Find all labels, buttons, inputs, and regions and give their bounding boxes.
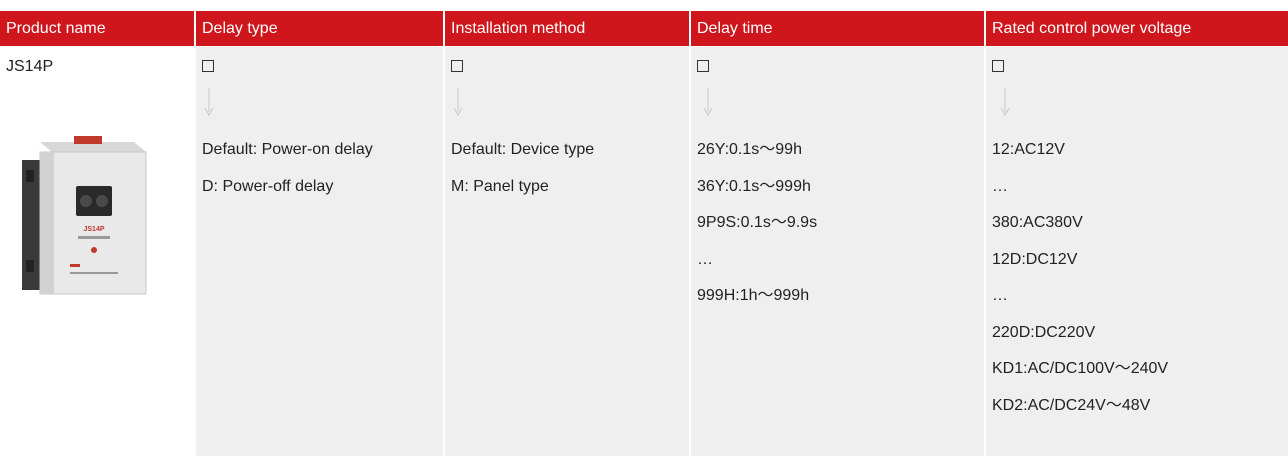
list-item: 9P9S:0.1s～9.9s (697, 214, 818, 231)
installation-placeholder (445, 47, 689, 86)
list-item: 26Y:0.1s～99h (697, 141, 802, 158)
list-item: Default: Device type (451, 141, 595, 158)
list-item: D: Power-off delay (202, 177, 334, 195)
product-code: JS14P (0, 47, 194, 86)
down-arrow-icon (1000, 88, 1010, 116)
list-item: 12D:DC12V (992, 250, 1078, 268)
list-item: 12:AC12V (992, 141, 1065, 158)
delay-time-placeholder (691, 47, 984, 86)
svg-text:JS14P: JS14P (83, 226, 104, 233)
installation-options: Default: Device type M: Panel type (451, 136, 594, 209)
list-item: 999H:1h～999h (697, 287, 810, 304)
header-product-name: Product name (0, 11, 194, 46)
list-item: … (992, 287, 1008, 304)
down-arrow-icon (703, 88, 713, 116)
placeholder-box-icon (202, 60, 214, 72)
header-rated-voltage: Rated control power voltage (986, 11, 1288, 46)
list-item: M: Panel type (451, 177, 549, 195)
delay-type-placeholder (196, 47, 443, 86)
voltage-options: 12:AC12V … 380:AC380V 12D:DC12V … 220D:D… (992, 136, 1168, 428)
list-item: KD1:AC/DC100V～240V (992, 360, 1169, 377)
header-delay-time: Delay time (691, 11, 984, 46)
placeholder-box-icon (992, 60, 1004, 72)
list-item: … (697, 250, 713, 268)
delay-type-options: Default: Power-on delay D: Power-off del… (202, 136, 373, 209)
delay-time-options: 26Y:0.1s～99h 36Y:0.1s～999h 9P9S:0.1s～9.9… (697, 136, 817, 319)
header-installation-method: Installation method (445, 11, 689, 46)
time-relay-image: JS14P (22, 136, 147, 295)
down-arrow-icon (453, 88, 463, 116)
list-item: Default: Power-on delay (202, 141, 373, 158)
list-item: KD2:AC/DC24V～48V (992, 396, 1151, 414)
header-delay-type: Delay type (196, 11, 443, 46)
placeholder-box-icon (697, 60, 709, 72)
list-item: 380:AC380V (992, 214, 1083, 231)
list-item: 220D:DC220V (992, 323, 1096, 341)
list-item: 36Y:0.1s～999h (697, 177, 811, 195)
list-item: … (992, 177, 1008, 195)
voltage-placeholder (986, 47, 1288, 86)
down-arrow-icon (204, 88, 214, 116)
placeholder-box-icon (451, 60, 463, 72)
